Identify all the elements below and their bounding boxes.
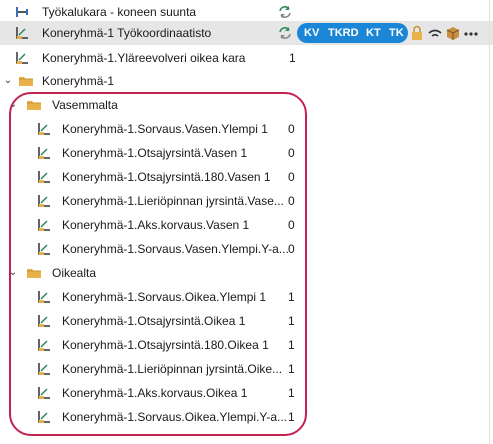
- badge-tk: TK: [389, 27, 404, 39]
- coordinate-plane-icon: [36, 337, 52, 353]
- tree-row-plane[interactable]: Koneryhmä-1.Otsajyrsintä.180.Oikea 1 1: [0, 333, 493, 357]
- coordinate-plane-icon: [36, 169, 52, 185]
- row-label: Koneryhmä-1.Yläreevolveri oikea kara: [42, 51, 246, 65]
- folder-icon: [18, 73, 34, 89]
- coordinate-plane-icon: [14, 50, 30, 66]
- badge-kv: KV: [304, 27, 320, 39]
- folder-icon: [26, 265, 42, 281]
- tree-row-plane[interactable]: Koneryhmä-1.Aks.korvaus.Oikea 1 1: [0, 381, 493, 405]
- badge-kt: KT: [366, 27, 381, 39]
- row-value: 1: [288, 290, 295, 304]
- chevron-down-icon[interactable]: ⌄: [2, 73, 14, 89]
- tree-row-plane[interactable]: Koneryhmä-1.Otsajyrsintä.Oikea 1 1: [0, 309, 493, 333]
- row-value: 1: [288, 410, 295, 424]
- row-value: 0: [288, 242, 295, 256]
- row-label: Koneryhmä-1.Sorvaus.Vasen.Ylempi.Y-a...: [62, 242, 289, 256]
- folder-icon: [26, 97, 42, 113]
- row-label: Työkalukara - koneen suunta: [42, 5, 197, 19]
- tree-row-plane[interactable]: Koneryhmä-1.Lieriöpinnan jyrsintä.Vase..…: [0, 189, 493, 213]
- row-value: 1: [288, 338, 295, 352]
- row-label: Koneryhmä-1: [42, 74, 115, 88]
- row-label: Koneryhmä-1.Otsajyrsintä.Vasen 1: [62, 146, 248, 160]
- row-value: 0: [288, 170, 295, 184]
- coordinate-plane-icon: [36, 385, 52, 401]
- lock-icon[interactable]: [410, 25, 426, 41]
- row-label: Koneryhmä-1.Sorvaus.Vasen.Ylempi 1: [62, 122, 268, 136]
- row-label: Koneryhmä-1.Otsajyrsintä.180.Oikea 1: [62, 338, 269, 352]
- row-value: 0: [288, 122, 295, 136]
- row-value: 0: [288, 218, 295, 232]
- coordinate-plane-icon: [36, 241, 52, 257]
- box-icon[interactable]: [445, 25, 461, 41]
- row-value: 1: [288, 386, 295, 400]
- row-value: 1: [288, 314, 295, 328]
- coordinate-plane-icon: [36, 289, 52, 305]
- tree-row-upper-turret[interactable]: Koneryhmä-1.Yläreevolveri oikea kara 1: [0, 46, 493, 70]
- badge-tkrd: TKRD: [328, 27, 359, 39]
- tree-row-plane[interactable]: Koneryhmä-1.Aks.korvaus.Vasen 1 0: [0, 213, 493, 237]
- row-label: Koneryhmä-1.Otsajyrsintä.Oikea 1: [62, 314, 246, 328]
- row-label: Koneryhmä-1.Aks.korvaus.Oikea 1: [62, 386, 248, 400]
- row-label: Koneryhmä-1.Sorvaus.Oikea.Ylempi 1: [62, 290, 267, 304]
- row-label: Koneryhmä-1.Lieriöpinnan jyrsintä.Oike..…: [62, 362, 283, 376]
- row-label: Koneryhmä-1.Lieriöpinnan jyrsintä.Vase..…: [62, 194, 284, 208]
- coordinate-plane-icon: [36, 217, 52, 233]
- tree-row-from-right[interactable]: ⌄ Oikealta: [0, 261, 493, 285]
- row-label: Koneryhmä-1.Sorvaus.Oikea.Ylempi.Y-a...: [62, 410, 287, 424]
- row-label: Oikealta: [52, 266, 97, 280]
- tree-row-plane[interactable]: Koneryhmä-1.Otsajyrsintä.Vasen 1 0: [0, 141, 493, 165]
- chevron-down-icon[interactable]: ⌄: [7, 97, 19, 113]
- tool-axis-icon: [14, 4, 30, 20]
- sync-icon[interactable]: [277, 4, 293, 20]
- tree-row-plane[interactable]: Koneryhmä-1.Otsajyrsintä.180.Vasen 1 0: [0, 165, 493, 189]
- coordinate-plane-icon: [36, 409, 52, 425]
- tree-row-plane[interactable]: Koneryhmä-1.Sorvaus.Oikea.Ylempi 1 1: [0, 285, 493, 309]
- coordinate-plane-icon: [36, 193, 52, 209]
- coordinate-plane-icon: [36, 145, 52, 161]
- row-label: Koneryhmä-1.Aks.korvaus.Vasen 1: [62, 218, 250, 232]
- row-value: 0: [288, 194, 295, 208]
- row-label: Vasemmalta: [52, 98, 118, 112]
- row-value: 1: [289, 51, 296, 65]
- panel-edge: [489, 0, 490, 444]
- tree-row-machine-group[interactable]: ⌄ Koneryhmä-1: [0, 69, 493, 93]
- coordinate-plane-icon: [14, 25, 30, 41]
- row-value: 1: [288, 362, 295, 376]
- status-badge-pill: KV TKRD KT TK: [297, 23, 408, 43]
- row-value: 0: [288, 146, 295, 160]
- tree-row-work-coordinate-system[interactable]: Koneryhmä-1 Työkoordinaatisto KV TKRD KT…: [0, 21, 493, 45]
- chevron-down-icon[interactable]: ⌄: [7, 265, 19, 281]
- row-label: Koneryhmä-1.Otsajyrsintä.180.Vasen 1: [62, 170, 271, 184]
- tree-row-plane[interactable]: Koneryhmä-1.Lieriöpinnan jyrsintä.Oike..…: [0, 357, 493, 381]
- tree-view: Työkalukara - koneen suunta Koneryhmä-1 …: [0, 0, 493, 444]
- coordinate-plane-icon: [36, 121, 52, 137]
- tree-row-plane[interactable]: Koneryhmä-1.Sorvaus.Vasen.Ylempi.Y-a... …: [0, 237, 493, 261]
- tree-row-plane[interactable]: Koneryhmä-1.Sorvaus.Vasen.Ylempi 1 0: [0, 117, 493, 141]
- coordinate-plane-icon: [36, 361, 52, 377]
- coordinate-plane-icon: [36, 313, 52, 329]
- sync-icon[interactable]: [277, 25, 293, 41]
- wireless-icon[interactable]: [427, 25, 443, 41]
- row-label: Koneryhmä-1 Työkoordinaatisto: [42, 26, 212, 40]
- tree-row-from-left[interactable]: ⌄ Vasemmalta: [0, 93, 493, 117]
- tree-row-plane[interactable]: Koneryhmä-1.Sorvaus.Oikea.Ylempi.Y-a... …: [0, 405, 493, 429]
- more-icon[interactable]: [463, 25, 479, 41]
